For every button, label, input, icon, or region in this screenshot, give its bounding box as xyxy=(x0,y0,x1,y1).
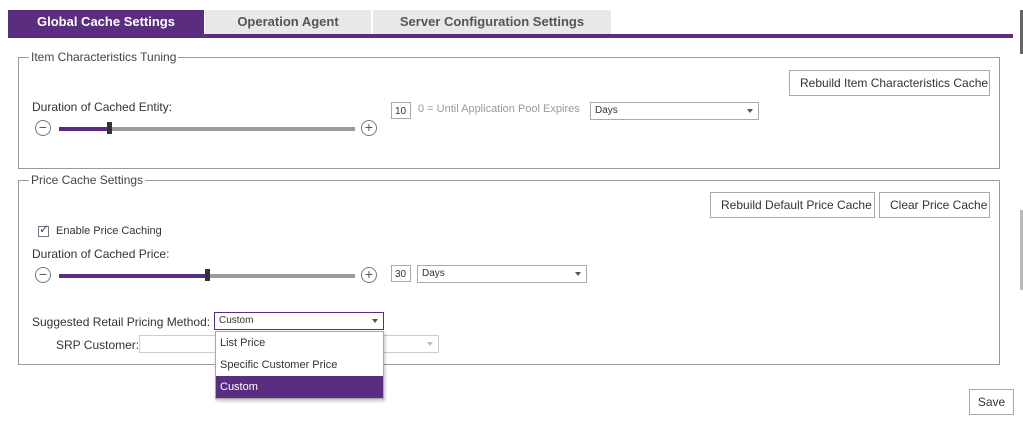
srp-method-label: Suggested Retail Pricing Method: xyxy=(32,315,211,329)
rebuild-item-characteristics-button[interactable]: Rebuild Item Characteristics Cache xyxy=(789,70,990,96)
save-button[interactable]: Save xyxy=(969,389,1014,415)
rebuild-default-price-cache-button[interactable]: Rebuild Default Price Cache xyxy=(710,192,875,218)
srp-method-dropdown-list: List Price Specific Customer Price Custo… xyxy=(215,331,384,399)
slider-fill xyxy=(59,274,207,278)
tab-server-configuration-settings[interactable]: Server Configuration Settings xyxy=(373,10,611,34)
item-characteristics-legend: Item Characteristics Tuning xyxy=(31,50,177,64)
srp-option-list-price[interactable]: List Price xyxy=(216,332,383,354)
enable-price-caching-label: Enable Price Caching xyxy=(56,225,162,237)
entity-unit-select[interactable]: Days xyxy=(590,102,759,120)
minus-circle-icon[interactable]: − xyxy=(35,267,51,283)
duration-cached-entity-label: Duration of Cached Entity: xyxy=(32,100,173,114)
entity-unit-value: Days xyxy=(595,105,618,116)
srp-method-select[interactable]: Custom xyxy=(214,312,384,330)
price-unit-value: Days xyxy=(422,268,445,279)
tab-global-cache-settings[interactable]: Global Cache Settings xyxy=(8,10,204,34)
chevron-down-icon xyxy=(747,109,753,113)
srp-option-custom[interactable]: Custom xyxy=(216,376,383,398)
tab-operation-agent[interactable]: Operation Agent xyxy=(205,10,371,34)
chevron-down-icon xyxy=(575,272,581,276)
plus-circle-icon[interactable]: + xyxy=(361,120,377,136)
duration-price-input[interactable]: 30 xyxy=(391,265,411,282)
srp-method-value: Custom xyxy=(219,315,254,326)
plus-circle-icon[interactable]: + xyxy=(361,267,377,283)
slider-thumb[interactable] xyxy=(107,122,112,134)
price-cache-legend: Price Cache Settings xyxy=(31,173,144,187)
duration-entity-input[interactable]: 10 xyxy=(391,102,411,119)
clear-price-cache-button[interactable]: Clear Price Cache xyxy=(879,192,990,218)
slider-fill xyxy=(59,127,109,131)
duration-price-slider[interactable]: − + xyxy=(35,267,381,287)
chevron-down-icon xyxy=(427,342,433,346)
chevron-down-icon xyxy=(372,319,378,323)
enable-price-caching-checkbox[interactable]: ✓ xyxy=(38,222,49,237)
price-unit-select[interactable]: Days xyxy=(417,265,587,283)
duration-entity-slider[interactable]: − + xyxy=(35,120,381,140)
slider-thumb[interactable] xyxy=(205,269,210,281)
tab-underline xyxy=(8,34,1013,38)
minus-circle-icon[interactable]: − xyxy=(35,120,51,136)
srp-option-specific-customer-price[interactable]: Specific Customer Price xyxy=(216,354,383,376)
duration-cached-price-label: Duration of Cached Price: xyxy=(32,247,170,261)
checkmark-icon: ✓ xyxy=(39,222,50,236)
pool-expires-hint: 0 = Until Application Pool Expires xyxy=(418,103,580,115)
srp-customer-label: SRP Customer: xyxy=(56,338,140,352)
